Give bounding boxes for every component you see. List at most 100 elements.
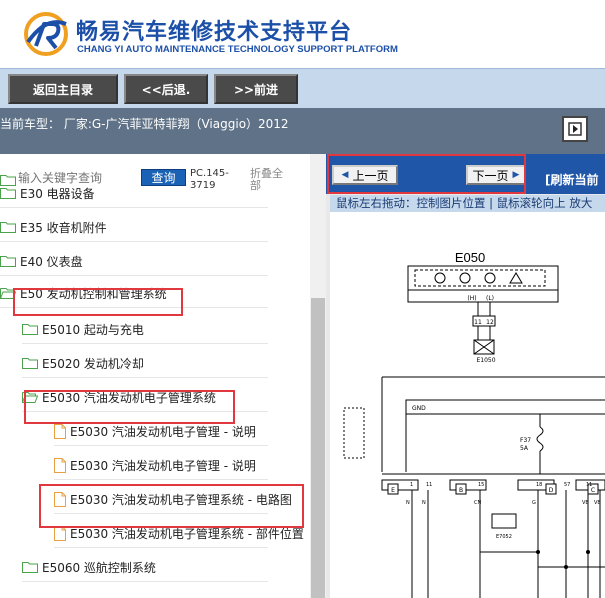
term-l: (L) [486, 295, 494, 302]
home-button[interactable]: 返回主目录 [8, 74, 118, 104]
tree-item-label: E5030 汽油发动机电子管理系统 [42, 390, 216, 405]
prev-page-label: 上一页 [352, 168, 389, 183]
prev-arrow-icon: ◀ [341, 170, 349, 180]
tree-separator [54, 445, 268, 446]
tree-item-label: E5020 发动机冷却 [42, 356, 144, 371]
pin-num-11: 11 [426, 482, 432, 488]
wire-n1: N [406, 500, 410, 506]
next-arrow-icon: ▶ [512, 170, 520, 180]
tree-item[interactable]: E5020 发动机冷却 [22, 352, 144, 374]
car-model-bar: 当前车型： 厂家:G-广汽菲亚特菲翔（Viaggio）2012 [0, 108, 605, 154]
tree-item-label: E30 电器设备 [20, 186, 95, 201]
tree-item[interactable]: E5030 汽油发动机电子管理 - 说明 [54, 454, 256, 476]
folder-icon [0, 255, 16, 267]
e7052-label: E7052 [496, 534, 512, 540]
term-h: (H) [467, 295, 476, 302]
pin-num-15: 15 [478, 482, 484, 488]
tree-separator [54, 513, 268, 514]
tree-item[interactable]: E50 发动机控制和管理系统 [0, 282, 167, 304]
tree-item-label: E5030 汽油发动机电子管理 - 说明 [70, 424, 256, 439]
tree-item-label: E50 发动机控制和管理系统 [20, 286, 167, 301]
connector-e: E [391, 487, 395, 494]
pin-12: 12 [486, 319, 494, 326]
tree-item[interactable]: E5030 汽油发动机电子管理系统 - 部件位置 [54, 522, 304, 544]
tree-item[interactable]: E5030 汽油发动机电子管理 - 说明 [54, 420, 256, 442]
next-page-button[interactable]: 下一页 ▶ [466, 165, 526, 185]
pin-num-57: 57 [564, 482, 570, 488]
part-code: PC.145-3719 [190, 168, 229, 191]
tree-item-label: E5060 巡航控制系统 [42, 560, 156, 575]
wire-n2: N [422, 500, 426, 506]
tree-item[interactable]: E40 仪表盘 [0, 250, 83, 272]
tree-separator [0, 207, 268, 208]
document-icon [54, 525, 66, 541]
sub-connector-label: E1050 [476, 357, 495, 364]
car-model-info: 当前车型： 厂家:G-广汽菲亚特菲翔（Viaggio）2012 [0, 117, 289, 131]
category-tree-panel: 查询 PC.145-3719 折叠全部 E30 电器设备 E35 收音机附件 E40… [0, 154, 326, 598]
circuit-diagram[interactable]: E050 (H) (L) 11 12 E1050 G N D F37 5A E B … [330, 212, 605, 598]
wire-g: G [532, 500, 536, 506]
search-button[interactable]: 查询 [141, 169, 186, 186]
forward-button[interactable]: >>前进 [214, 74, 298, 104]
left-scrollbar-thumb[interactable] [311, 298, 325, 598]
next-page-label: 下一页 [472, 168, 509, 183]
tree-separator [0, 275, 268, 276]
pin-num-11b: 11 [586, 482, 592, 488]
tree-item[interactable]: E5010 起动与充电 [22, 318, 144, 340]
wire-vb1: VB [582, 500, 589, 506]
nav-bar: 返回主目录 <<后退. >>前进 [0, 68, 605, 108]
folder-icon [0, 187, 16, 199]
tree-item[interactable]: E30 电器设备 [0, 182, 95, 204]
connector-b: B [459, 487, 463, 494]
wire-cn: CN [474, 500, 481, 506]
component-label: E050 [455, 250, 485, 265]
tree-separator [22, 411, 268, 412]
tree-separator [54, 479, 268, 480]
viewer-hint: 鼠标左右拖动：控制图片位置 | 鼠标滚轮向上 放大 [330, 195, 605, 212]
collapse-all-link[interactable]: 折叠全部 [250, 168, 290, 192]
document-icon [54, 491, 66, 507]
tree-item-label: E5030 汽油发动机电子管理系统 - 电路图 [70, 492, 292, 507]
app-header: 畅易汽车维修技术支持平台 CHANG YI AUTO MAINTENANCE T… [0, 0, 605, 68]
tree-item[interactable]: E5030 汽油发动机电子管理系统 [22, 386, 216, 408]
document-icon [54, 423, 66, 439]
refresh-link[interactable]: [刷新当前 [545, 171, 599, 188]
folder-open-icon [0, 287, 17, 299]
tree-separator [0, 241, 268, 242]
tree-separator [54, 547, 268, 548]
tree-separator [22, 581, 268, 582]
expand-arrow-icon [568, 122, 582, 136]
folder-icon [22, 323, 38, 335]
circuit-diagram-svg: E050 (H) (L) 11 12 E1050 G N D F37 5A E B … [343, 250, 605, 598]
tree-item-label: E5030 汽油发动机电子管理 - 说明 [70, 458, 256, 473]
app-title: 畅易汽车维修技术支持平台 [76, 20, 353, 45]
tree-separator [22, 377, 268, 378]
connector-c: C [591, 487, 595, 494]
pin-11: 11 [474, 319, 482, 326]
tree-item-label: E35 收音机附件 [20, 220, 107, 235]
fuse-label: F37 [520, 437, 531, 444]
pin-num-18: 18 [536, 482, 542, 488]
tree-separator [22, 343, 268, 344]
tree-item-label: E40 仪表盘 [20, 254, 83, 269]
fuse-rating: 5A [520, 445, 529, 452]
folder-icon [0, 221, 16, 233]
prev-page-button[interactable]: ◀ 上一页 [332, 165, 398, 185]
folder-icon [22, 357, 38, 369]
toggle-panel-button[interactable] [562, 116, 588, 142]
tree-item[interactable]: E35 收音机附件 [0, 216, 107, 238]
folder-open-icon [22, 391, 39, 403]
document-icon [54, 457, 66, 473]
tree-item[interactable]: E5030 汽油发动机电子管理系统 - 电路图 [54, 488, 292, 510]
tree-item[interactable]: E5060 巡航控制系统 [22, 556, 156, 578]
pin-num-1: 1 [410, 482, 413, 488]
app-subtitle: CHANG YI AUTO MAINTENANCE TECHNOLOGY SUP… [77, 44, 398, 55]
tree-item-label: E5030 汽油发动机电子管理系统 - 部件位置 [70, 526, 304, 541]
folder-icon [22, 561, 38, 573]
tree-item-label: E5010 起动与充电 [42, 322, 144, 337]
back-button[interactable]: <<后退. [124, 74, 208, 104]
wire-vb2: VB [594, 500, 601, 506]
tree-separator [0, 307, 268, 308]
brand-logo-icon [24, 12, 68, 56]
connector-d: D [549, 487, 554, 494]
